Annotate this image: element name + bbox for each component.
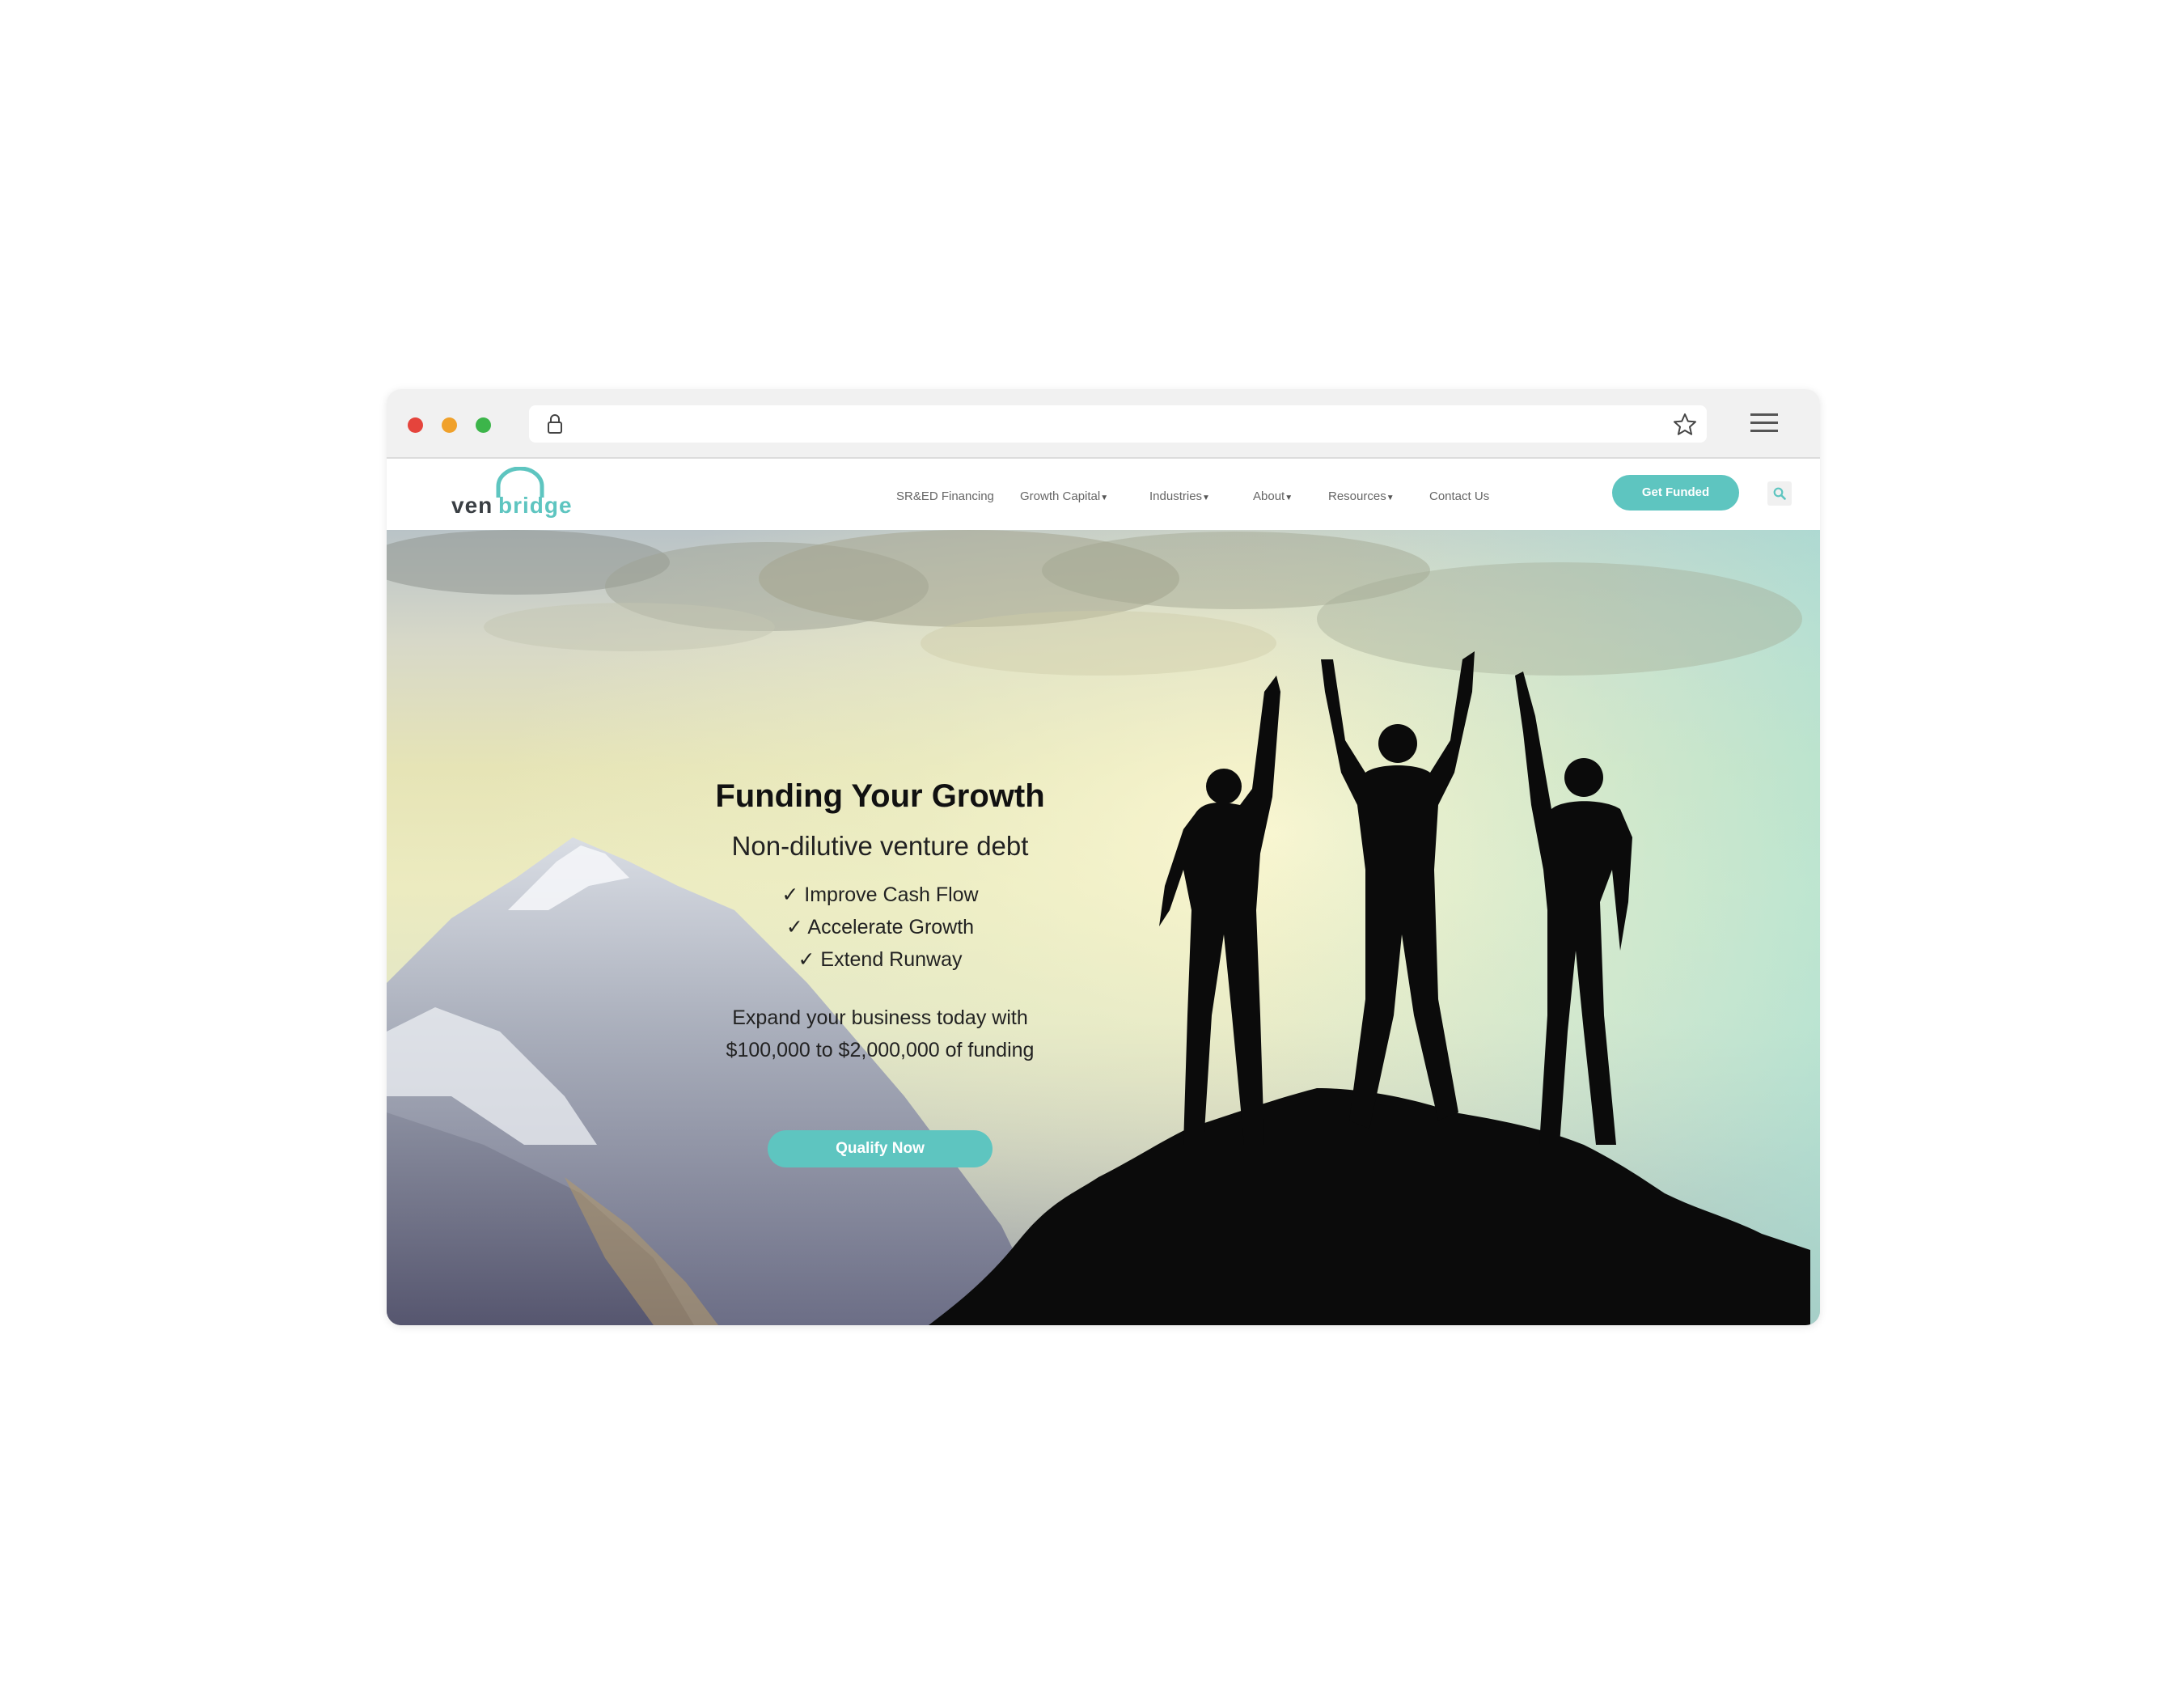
qualify-now-button[interactable]: Qualify Now	[768, 1130, 993, 1167]
benefit-item: ✓ Accelerate Growth	[785, 916, 975, 938]
nav-item-about[interactable]: About▼	[1253, 489, 1293, 503]
nav-item-sred-financing[interactable]: SR&ED Financing	[896, 489, 994, 503]
logo-text-bridge: bridge	[498, 493, 573, 518]
caret-down-icon: ▼	[1285, 494, 1293, 502]
nav-item-label: About	[1253, 489, 1285, 503]
nav-item-resources[interactable]: Resources▼	[1328, 489, 1395, 503]
site-header: ven bridge SR&ED Financing Growth Capita…	[387, 459, 1820, 530]
search-icon	[1773, 487, 1786, 500]
hamburger-menu-icon[interactable]	[1750, 412, 1778, 434]
maximize-window-button[interactable]	[476, 417, 491, 433]
nav-item-label: Industries	[1149, 489, 1203, 503]
nav-item-contact-us[interactable]: Contact Us	[1429, 489, 1489, 503]
benefit-item: ✓ Improve Cash Flow	[781, 883, 979, 906]
get-funded-button[interactable]: Get Funded	[1612, 475, 1739, 511]
minimize-window-button[interactable]	[442, 417, 457, 433]
hero-description-line: Expand your business today with	[732, 1006, 1028, 1029]
logo-text-ven: ven	[451, 493, 493, 518]
bookmark-star-icon[interactable]	[1673, 413, 1697, 437]
browser-window: ven bridge SR&ED Financing Growth Capita…	[387, 389, 1820, 1325]
benefit-item: ✓ Extend Runway	[798, 948, 963, 971]
caret-down-icon: ▼	[1100, 494, 1109, 502]
nav-item-label: Growth Capital	[1020, 489, 1101, 503]
browser-toolbar	[387, 389, 1820, 459]
address-bar[interactable]	[529, 405, 1707, 443]
nav-item-growth-capital[interactable]: Growth Capital▼	[1020, 489, 1108, 503]
caret-down-icon: ▼	[1386, 494, 1395, 502]
nav-item-label: Contact Us	[1429, 489, 1490, 503]
close-window-button[interactable]	[408, 417, 423, 433]
venbridge-logo[interactable]: ven bridge	[451, 467, 581, 520]
hero-section: Funding Your Growth Non-dilutive venture…	[387, 530, 1820, 1325]
caret-down-icon: ▼	[1202, 494, 1210, 502]
nav-item-label: SR&ED Financing	[896, 489, 994, 503]
benefit-list: ✓ Improve Cash Flow ✓ Accelerate Growth …	[654, 879, 1107, 976]
hero-description-line: $100,000 to $2,000,000 of funding	[726, 1039, 1035, 1061]
hero-subtitle: Non-dilutive venture debt	[731, 831, 1029, 861]
nav-item-industries[interactable]: Industries▼	[1149, 489, 1210, 503]
lock-icon	[548, 414, 562, 434]
hero-content: Funding Your Growth Non-dilutive venture…	[654, 777, 1107, 1066]
hero-title: Funding Your Growth	[715, 778, 1045, 814]
hero-description: Expand your business today with $100,000…	[654, 1002, 1107, 1066]
search-button[interactable]	[1767, 481, 1792, 506]
nav-item-label: Resources	[1328, 489, 1386, 503]
